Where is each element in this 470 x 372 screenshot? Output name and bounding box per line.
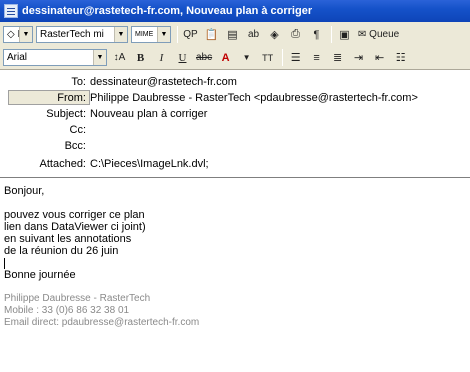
attached-field[interactable]: C:\Pieces\ImageLnk.dvl; bbox=[90, 158, 209, 170]
separator bbox=[331, 26, 332, 43]
bold-button[interactable]: B bbox=[131, 48, 150, 67]
subject-label: Subject: bbox=[46, 107, 86, 120]
chevron-down-icon: ▼ bbox=[157, 27, 170, 42]
from-button[interactable]: From: bbox=[8, 90, 90, 105]
teletype-icon[interactable]: TT bbox=[258, 48, 277, 67]
attached-label: Attached: bbox=[39, 157, 86, 170]
print-icon[interactable]: ⎙ bbox=[286, 25, 305, 44]
cc-label: Cc: bbox=[69, 123, 87, 136]
paragraph-icon[interactable]: ¶ bbox=[307, 25, 326, 44]
outdent-icon[interactable]: ⇤ bbox=[370, 48, 389, 67]
toolbar-area: ◇ I ▼ RasterTech mi ▼ MIME ▼ QP 📋 ▤ ab ◈… bbox=[0, 22, 470, 70]
body-line: lien dans DataViewer ci joint) bbox=[4, 221, 146, 233]
greeting: Bonjour, bbox=[4, 185, 45, 197]
body-line: de la réunion du 26 juin bbox=[4, 245, 119, 257]
text-color-icon[interactable]: A bbox=[216, 48, 235, 67]
from-row: From: Philippe Daubresse - RasterTech <p… bbox=[0, 90, 470, 105]
toolbar-row-2: Arial ▼ ↕ A B I U abc A ▼ TT ☰ ≡ ≣ ⇥ ⇤ ☷ bbox=[0, 46, 470, 69]
spellcheck-icon[interactable]: ab bbox=[244, 25, 263, 44]
attached-row: Attached: C:\Pieces\ImageLnk.dvl; bbox=[0, 156, 470, 171]
text-caret bbox=[4, 257, 470, 269]
subject-row: Subject: Nouveau plan à corriger bbox=[0, 106, 470, 121]
align-center-icon[interactable]: ≡ bbox=[307, 48, 326, 67]
qp-button[interactable]: QP bbox=[181, 25, 200, 44]
align-left-icon[interactable]: ☰ bbox=[286, 48, 305, 67]
strikethrough-icon[interactable]: abc bbox=[194, 48, 214, 67]
document-icon[interactable]: ▤ bbox=[223, 25, 242, 44]
eraser-icon[interactable]: ◈ bbox=[265, 25, 284, 44]
mail-compose-icon bbox=[4, 4, 18, 18]
font-combo[interactable]: Arial ▼ bbox=[3, 49, 107, 66]
chevron-down-icon: ▼ bbox=[19, 27, 32, 42]
align-right-icon[interactable]: ≣ bbox=[328, 48, 347, 67]
body-line: pouvez vous corriger ce plan bbox=[4, 209, 145, 221]
title-bar: dessinateur@rastetech-fr.com, Nouveau pl… bbox=[0, 0, 470, 22]
underline-button[interactable]: U bbox=[173, 48, 192, 67]
chevron-down-icon: ▼ bbox=[93, 50, 106, 65]
signature-line: Email direct: pdaubresse@rastertech-fr.c… bbox=[4, 317, 200, 328]
cc-row: Cc: bbox=[0, 122, 470, 137]
to-label: To: bbox=[71, 75, 86, 88]
indent-icon[interactable]: ⇥ bbox=[349, 48, 368, 67]
body-line: en suivant les annotations bbox=[4, 233, 132, 245]
message-body[interactable]: Bonjour, pouvez vous corriger ce plan li… bbox=[0, 179, 470, 372]
window-title: dessinateur@rastetech-fr.com, Nouveau pl… bbox=[22, 5, 313, 17]
priority-combo[interactable]: ◇ I ▼ bbox=[3, 26, 33, 43]
font-size-button[interactable]: ↕ A bbox=[110, 48, 129, 67]
message-header: To: dessinateur@rastetech-fr.com From: P… bbox=[0, 71, 470, 178]
closing: Bonne journée bbox=[4, 269, 76, 281]
stationery-combo[interactable]: RasterTech mi ▼ bbox=[36, 26, 128, 43]
mime-combo[interactable]: MIME ▼ bbox=[131, 26, 171, 43]
bcc-row: Bcc: bbox=[0, 138, 470, 153]
subject-field[interactable]: Nouveau plan à corriger bbox=[90, 108, 207, 120]
bullet-list-icon[interactable]: ☷ bbox=[391, 48, 410, 67]
chevron-down-icon: ▼ bbox=[114, 27, 127, 42]
separator bbox=[177, 26, 178, 43]
to-row: To: dessinateur@rastetech-fr.com bbox=[0, 74, 470, 89]
italic-button[interactable]: I bbox=[152, 48, 171, 67]
separator bbox=[282, 49, 284, 66]
clipboard-icon[interactable]: 📋 bbox=[202, 25, 221, 44]
signature-line: Philippe Daubresse - RasterTech bbox=[4, 293, 151, 304]
signature-line: Mobile : 33 (0)6 86 32 38 01 bbox=[4, 305, 130, 316]
from-field[interactable]: Philippe Daubresse - RasterTech <pdaubre… bbox=[90, 92, 418, 104]
to-field[interactable]: dessinateur@rastetech-fr.com bbox=[90, 76, 237, 88]
chevron-down-icon[interactable]: ▼ bbox=[237, 48, 256, 67]
priority-icon: ◇ I bbox=[7, 29, 19, 40]
attach-icon[interactable]: ▣ bbox=[335, 25, 354, 44]
toolbar-row-1: ◇ I ▼ RasterTech mi ▼ MIME ▼ QP 📋 ▤ ab ◈… bbox=[0, 23, 470, 46]
bcc-label: Bcc: bbox=[64, 139, 86, 152]
queue-button[interactable]: ✉ Queue bbox=[356, 25, 401, 44]
